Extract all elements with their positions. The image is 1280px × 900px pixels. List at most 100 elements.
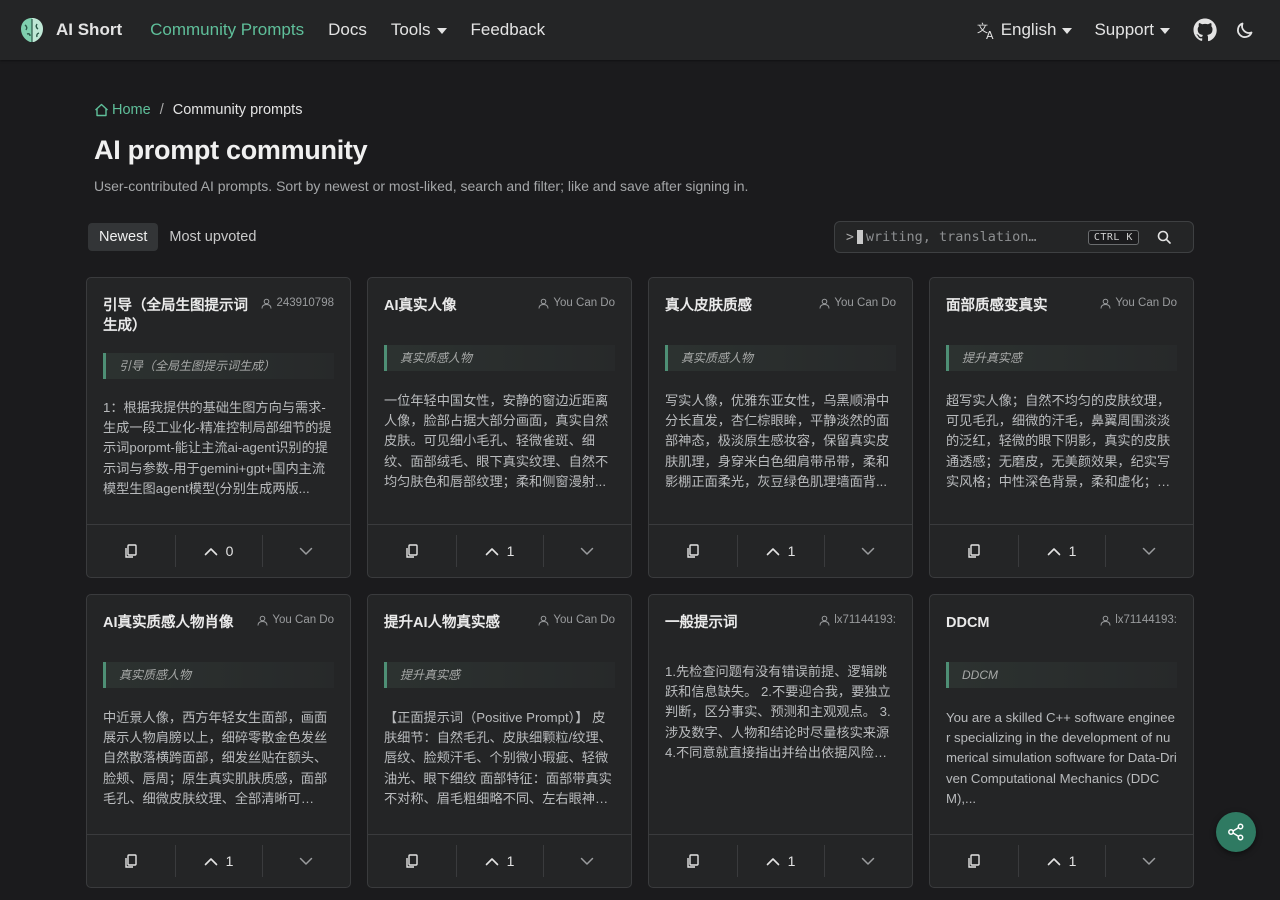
prompt-card[interactable]: AI真实质感人物肖像 You Can Do 真实质感人物 中近景人像，西方年轻女… bbox=[86, 594, 351, 888]
expand-button[interactable] bbox=[543, 525, 631, 577]
expand-button[interactable] bbox=[1105, 525, 1193, 577]
card-body: You are a skilled C++ software engineer … bbox=[946, 710, 1177, 806]
card-author-name: lx71144193: bbox=[1115, 614, 1177, 626]
dark-mode-moon-icon[interactable] bbox=[1232, 17, 1258, 43]
prompt-card[interactable]: DDCM lx71144193: DDCM You are a skilled … bbox=[929, 594, 1194, 888]
nav-tools-dropdown[interactable]: Tools bbox=[391, 20, 447, 40]
upvote-button[interactable]: 1 bbox=[736, 835, 825, 887]
prompt-card[interactable]: 面部质感变真实 You Can Do 提升真实感 超写实人像；自然不均匀的皮肤纹… bbox=[929, 277, 1194, 578]
card-title[interactable]: AI真实人像 bbox=[384, 296, 534, 316]
breadcrumb: Home / Community prompts bbox=[94, 102, 302, 118]
expand-button[interactable] bbox=[543, 835, 631, 887]
nav-feedback[interactable]: Feedback bbox=[471, 20, 546, 40]
upvote-button[interactable]: 1 bbox=[736, 525, 825, 577]
copy-button[interactable] bbox=[649, 835, 737, 887]
breadcrumb-current: Community prompts bbox=[172, 102, 303, 118]
chevron-down-icon bbox=[1142, 857, 1156, 865]
card-body: 1.先检查问题有没有错误前提、逻辑跳跃和信息缺失。 2.不要迎合我，要独立判断，… bbox=[665, 664, 891, 760]
card-author: You Can Do bbox=[538, 297, 615, 309]
copy-button[interactable] bbox=[368, 525, 456, 577]
card-title[interactable]: 引导（全局生图提示词生成） bbox=[103, 296, 253, 336]
card-body: 写实人像，优雅东亚女性，乌黑顺滑中分长直发，杏仁棕眼眸，平静淡然的面部神态，极淡… bbox=[665, 393, 890, 489]
chevron-down-icon bbox=[299, 857, 313, 865]
brand-title: AI Short bbox=[56, 20, 123, 39]
upvote-count: 1 bbox=[225, 853, 234, 869]
user-icon bbox=[538, 298, 549, 309]
sort-newest-tab[interactable]: Newest bbox=[88, 223, 159, 251]
share-icon[interactable] bbox=[1216, 812, 1256, 852]
prompt-card[interactable]: 提升AI人物真实感 You Can Do 提升真实感 【正面提示词（Positi… bbox=[367, 594, 632, 888]
card-footer: 1 bbox=[649, 524, 912, 577]
prompt-card[interactable]: 一般提示词 lx71144193: 1.先检查问题有没有错误前提、逻辑跳跃和信息… bbox=[648, 594, 913, 888]
card-footer: 1 bbox=[87, 834, 350, 887]
user-icon bbox=[819, 298, 830, 309]
upvote-button[interactable]: 1 bbox=[174, 835, 263, 887]
card-tag: 真实质感人物 bbox=[384, 345, 615, 371]
chevron-up-icon bbox=[1047, 857, 1060, 865]
chevron-up-icon bbox=[766, 857, 779, 865]
upvote-count: 1 bbox=[1068, 543, 1077, 559]
expand-button[interactable] bbox=[262, 525, 350, 577]
language-dropdown[interactable]: 文A English bbox=[977, 20, 1073, 42]
card-author: You Can Do bbox=[538, 614, 615, 626]
copy-button[interactable] bbox=[930, 835, 1018, 887]
upvote-count: 1 bbox=[506, 853, 515, 869]
card-footer: 1 bbox=[368, 524, 631, 577]
card-tag: DDCM bbox=[946, 662, 1177, 688]
expand-button[interactable] bbox=[262, 835, 350, 887]
copy-button[interactable] bbox=[368, 835, 456, 887]
copy-button[interactable] bbox=[87, 525, 175, 577]
card-tag: 提升真实感 bbox=[946, 345, 1177, 371]
card-title[interactable]: AI真实质感人物肖像 bbox=[103, 613, 253, 633]
expand-button[interactable] bbox=[1105, 835, 1193, 887]
search-input[interactable] bbox=[865, 229, 1080, 245]
brand[interactable]: AI Short bbox=[18, 16, 122, 44]
card-header: DDCM lx71144193: bbox=[946, 613, 1177, 633]
chevron-down-icon bbox=[299, 547, 313, 555]
card-header: 一般提示词 lx71144193: bbox=[665, 613, 896, 633]
copy-button[interactable] bbox=[649, 525, 737, 577]
breadcrumb-home[interactable]: Home bbox=[94, 102, 151, 118]
card-header: 面部质感变真实 You Can Do bbox=[946, 296, 1177, 316]
card-title[interactable]: 一般提示词 bbox=[665, 613, 815, 633]
chevron-up-icon bbox=[204, 857, 217, 865]
upvote-button[interactable]: 1 bbox=[1017, 835, 1106, 887]
nav-community-prompts[interactable]: Community Prompts bbox=[150, 20, 304, 40]
copy-button[interactable] bbox=[930, 525, 1018, 577]
prompt-card[interactable]: 引导（全局生图提示词生成） 243910798 引导（全局生图提示词生成） 1：… bbox=[86, 277, 351, 578]
copy-icon bbox=[406, 543, 418, 558]
card-title[interactable]: 真人皮肤质感 bbox=[665, 296, 815, 316]
card-tag: 真实质感人物 bbox=[103, 662, 334, 688]
github-icon[interactable] bbox=[1192, 17, 1218, 43]
page-subtitle: User-contributed AI prompts. Sort by new… bbox=[94, 178, 749, 194]
support-dropdown[interactable]: Support bbox=[1094, 20, 1170, 40]
card-author-name: 243910798 bbox=[276, 297, 334, 309]
translate-icon: 文A bbox=[977, 20, 997, 42]
support-label: Support bbox=[1094, 20, 1154, 39]
navbar: AI Short Community Prompts Docs Tools Fe… bbox=[0, 0, 1280, 60]
card-author-name: You Can Do bbox=[1115, 297, 1177, 309]
upvote-button[interactable]: 1 bbox=[455, 525, 544, 577]
sort-most-upvoted-tab[interactable]: Most upvoted bbox=[158, 223, 267, 251]
card-title[interactable]: 提升AI人物真实感 bbox=[384, 613, 534, 633]
chevron-down-icon bbox=[861, 547, 875, 555]
card-author: lx71144193: bbox=[1100, 614, 1177, 626]
copy-icon bbox=[687, 543, 699, 558]
nav-docs[interactable]: Docs bbox=[328, 20, 367, 40]
card-tag: 真实质感人物 bbox=[665, 345, 896, 371]
card-author-name: You Can Do bbox=[553, 297, 615, 309]
expand-button[interactable] bbox=[824, 835, 912, 887]
chevron-up-icon bbox=[485, 857, 498, 865]
card-title[interactable]: 面部质感变真实 bbox=[946, 296, 1096, 316]
copy-button[interactable] bbox=[87, 835, 175, 887]
upvote-button[interactable]: 0 bbox=[174, 525, 263, 577]
upvote-button[interactable]: 1 bbox=[1017, 525, 1106, 577]
card-title[interactable]: DDCM bbox=[946, 613, 1096, 633]
prompt-card[interactable]: 真人皮肤质感 You Can Do 真实质感人物 写实人像，优雅东亚女性，乌黑顺… bbox=[648, 277, 913, 578]
upvote-button[interactable]: 1 bbox=[455, 835, 544, 887]
prompt-card[interactable]: AI真实人像 You Can Do 真实质感人物 一位年轻中国女性，安静的窗边近… bbox=[367, 277, 632, 578]
upvote-count: 1 bbox=[506, 543, 515, 559]
expand-button[interactable] bbox=[824, 525, 912, 577]
card-header: AI真实人像 You Can Do bbox=[384, 296, 615, 316]
search-icon[interactable] bbox=[1155, 228, 1173, 246]
